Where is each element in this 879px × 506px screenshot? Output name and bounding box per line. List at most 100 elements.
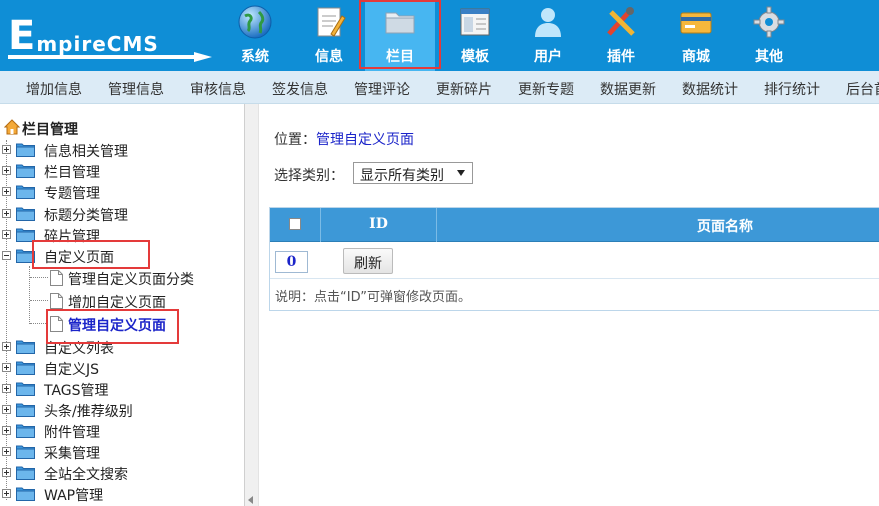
tree-root-label: 栏目管理 — [22, 122, 78, 138]
table-header: ID 页面名称 — [270, 208, 879, 242]
table-row: 0 刷新 — [270, 243, 879, 279]
column-header-page-name[interactable]: 页面名称 — [437, 208, 879, 242]
expand-icon[interactable] — [2, 426, 11, 435]
breadcrumb: 位置：管理自定义页面 — [274, 129, 414, 149]
tree-node-label: 专题管理 — [44, 186, 100, 202]
folder-icon — [16, 487, 35, 501]
refresh-button[interactable]: 刷新 — [343, 248, 393, 274]
sub-navigation: 增加信息 管理信息 审核信息 签发信息 管理评论 更新碎片 更新专题 数据更新 … — [0, 71, 879, 104]
tree-node-label: 采集管理 — [44, 446, 100, 462]
nav-highlight-box — [359, 0, 441, 69]
folder-icon — [16, 340, 35, 354]
logo-arrow-icon — [8, 52, 212, 62]
folder-icon — [16, 382, 35, 396]
expand-icon[interactable] — [2, 187, 11, 196]
folder-icon — [16, 403, 35, 417]
subnav-sign-info[interactable]: 签发信息 — [272, 79, 328, 99]
nav-user[interactable]: 用户 — [513, 0, 583, 71]
breadcrumb-link[interactable]: 管理自定义页面 — [316, 132, 414, 148]
page-icon — [50, 293, 63, 309]
nav-plugin[interactable]: 插件 — [586, 0, 656, 71]
folder-icon — [16, 185, 35, 199]
scroll-left-arrow-icon[interactable] — [248, 496, 253, 504]
subnav-manage-info[interactable]: 管理信息 — [108, 79, 164, 99]
expand-icon[interactable] — [2, 166, 11, 175]
nav-template[interactable]: 模板 — [440, 0, 510, 71]
subnav-rank-stats[interactable]: 排行统计 — [764, 79, 820, 99]
nav-label: 商城 — [682, 49, 710, 65]
tree-line — [29, 266, 30, 324]
tree-node-label: 全站全文搜索 — [44, 467, 128, 483]
filter-label: 选择类别： — [274, 168, 344, 184]
nav-label: 模板 — [461, 49, 489, 65]
tree-line — [30, 300, 48, 301]
credit-card-icon — [680, 12, 712, 34]
tree-node-label: TAGS管理 — [44, 383, 109, 399]
tree-node-label: 标题分类管理 — [44, 208, 128, 224]
category-select-value: 显示所有类别 — [360, 168, 444, 184]
expand-icon[interactable] — [2, 384, 11, 393]
folder-icon — [16, 164, 35, 178]
page-icon — [50, 270, 63, 286]
sidebar-tree: 栏目管理 信息相关管理 栏目管理 专题管理 标题分类管理 碎片管理 自定义页面 — [0, 104, 245, 506]
subnav-data-stats[interactable]: 数据统计 — [682, 79, 738, 99]
folder-icon — [16, 466, 35, 480]
nav-label: 信息 — [315, 49, 343, 65]
folder-icon — [16, 445, 35, 459]
nav-info[interactable]: 信息 — [294, 0, 364, 71]
subnav-add-info[interactable]: 增加信息 — [26, 79, 82, 99]
tree-node-label: 信息相关管理 — [44, 144, 128, 160]
subnav-data-update[interactable]: 数据更新 — [600, 79, 656, 99]
globe-icon — [238, 5, 272, 39]
column-header-id[interactable]: ID — [321, 208, 436, 242]
select-all-checkbox[interactable] — [289, 218, 301, 230]
nav-label: 插件 — [607, 49, 635, 65]
select-all-cell — [270, 208, 320, 242]
nav-label: 系统 — [241, 49, 269, 65]
tree-line — [30, 277, 48, 278]
subnav-update-topics[interactable]: 更新专题 — [518, 79, 574, 99]
tree-leaf-label: 管理自定义页面分类 — [68, 272, 194, 288]
subnav-admin-home[interactable]: 后台首 — [846, 79, 879, 99]
pages-table: ID 页面名称 0 刷新 说明：点击“ID”可弹窗修改页面。 — [269, 207, 879, 311]
folder-icon — [16, 207, 35, 221]
id-input[interactable]: 0 — [275, 251, 308, 273]
tools-icon — [607, 7, 635, 36]
nav-label: 其他 — [755, 49, 783, 65]
nav-system[interactable]: 系统 — [220, 0, 290, 71]
main-content: 位置：管理自定义页面 选择类别： 显示所有类别 ID 页面名称 0 刷新 说明：… — [259, 104, 879, 506]
expand-icon[interactable] — [2, 447, 11, 456]
expand-icon[interactable] — [2, 363, 11, 372]
expand-icon[interactable] — [2, 468, 11, 477]
nav-label: 用户 — [534, 49, 562, 65]
tree-node-label: 自定义JS — [44, 362, 100, 378]
table-note: 说明：点击“ID”可弹窗修改页面。 — [275, 290, 471, 305]
folder-icon — [16, 361, 35, 375]
subnav-review-info[interactable]: 审核信息 — [190, 79, 246, 99]
folder-icon — [16, 143, 35, 157]
empirecms-logo[interactable]: EmpireCMS — [4, 8, 212, 62]
highlight-box-custom-page — [32, 240, 150, 269]
folder-icon — [16, 424, 35, 438]
collapse-icon[interactable] — [2, 251, 11, 260]
expand-icon[interactable] — [2, 209, 11, 218]
tree-node-label: 头条/推荐级别 — [44, 404, 133, 420]
subnav-manage-comments[interactable]: 管理评论 — [354, 79, 410, 99]
nav-other[interactable]: 其他 — [734, 0, 804, 71]
window-icon — [460, 8, 490, 36]
nav-shop[interactable]: 商城 — [661, 0, 731, 71]
expand-icon[interactable] — [2, 405, 11, 414]
notepad-icon — [317, 7, 346, 37]
sidebar-scrollbar[interactable] — [245, 104, 259, 506]
tree-node-label: WAP管理 — [44, 488, 104, 504]
expand-icon[interactable] — [2, 145, 11, 154]
expand-icon[interactable] — [2, 489, 11, 498]
dropdown-arrow-icon — [457, 170, 465, 176]
tree-node-label: 栏目管理 — [44, 165, 100, 181]
category-select[interactable]: 显示所有类别 — [353, 162, 473, 184]
highlight-box-manage-page — [46, 309, 179, 344]
subnav-update-fragments[interactable]: 更新碎片 — [436, 79, 492, 99]
expand-icon[interactable] — [2, 230, 11, 239]
gear-icon — [753, 6, 785, 38]
expand-icon[interactable] — [2, 342, 11, 351]
